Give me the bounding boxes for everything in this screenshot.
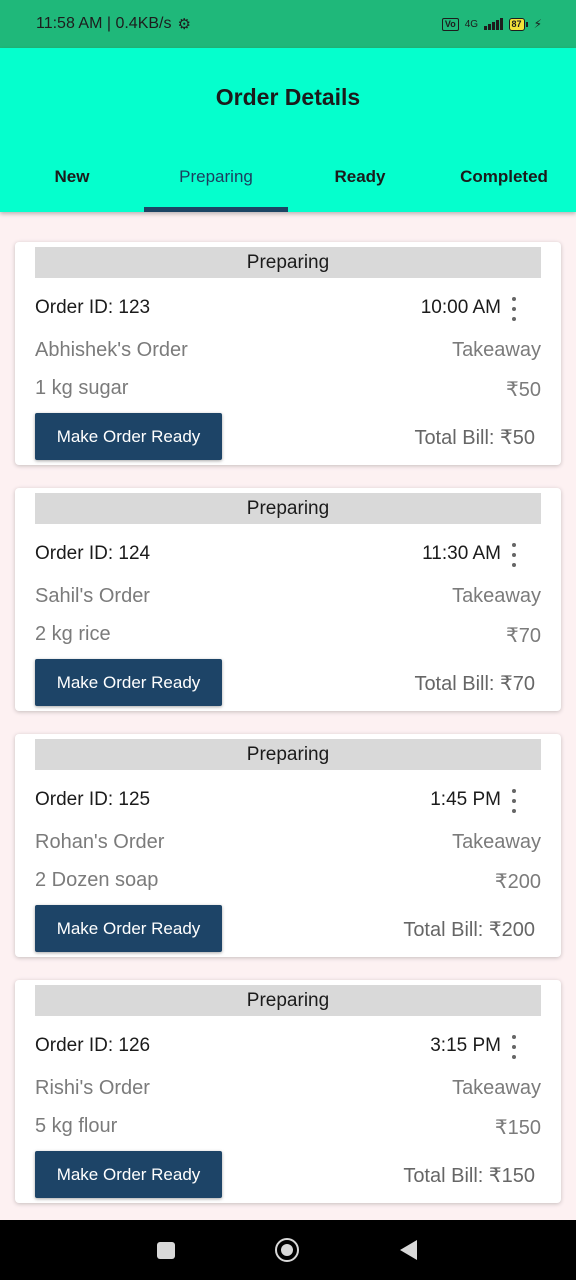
- item-name: 2 kg rice: [35, 623, 111, 645]
- order-list: Preparing Order ID: 123 10:00 AM Abhishe…: [15, 242, 561, 1226]
- order-time: 3:15 PM: [430, 1035, 501, 1056]
- more-vert-icon[interactable]: [507, 543, 521, 567]
- customer-name: Abhishek's Order: [35, 339, 188, 361]
- status-left: 11:58 AM | 0.4KB/s ⚙: [36, 15, 191, 33]
- item-price: ₹150: [494, 1117, 541, 1139]
- order-card: Preparing Order ID: 126 3:15 PM Rishi's …: [15, 980, 561, 1203]
- circle-icon[interactable]: [275, 1238, 299, 1262]
- order-id: Order ID: 126: [35, 1035, 151, 1056]
- status-right: Vo 4G 87 ⚡: [441, 17, 542, 31]
- order-status-banner: Preparing: [35, 247, 541, 278]
- total-bill: Total Bill: ₹70: [414, 673, 535, 695]
- make-order-ready-button[interactable]: Make Order Ready: [35, 905, 222, 952]
- order-status-banner: Preparing: [35, 985, 541, 1016]
- triangle-back-icon[interactable]: [400, 1240, 417, 1260]
- order-id: Order ID: 123: [35, 297, 151, 318]
- signal-icon: [484, 18, 503, 30]
- tab-ready[interactable]: Ready: [288, 146, 432, 212]
- make-order-ready-button[interactable]: Make Order Ready: [35, 413, 222, 460]
- status-bar: 11:58 AM | 0.4KB/s ⚙ Vo 4G 87 ⚡: [0, 0, 576, 48]
- tab-completed[interactable]: Completed: [432, 146, 576, 212]
- item-name: 1 kg sugar: [35, 377, 129, 399]
- more-vert-icon[interactable]: [507, 789, 521, 813]
- make-order-ready-button[interactable]: Make Order Ready: [35, 659, 222, 706]
- network-label: 4G: [464, 18, 479, 30]
- order-time: 10:00 AM: [420, 297, 501, 318]
- customer-name: Rishi's Order: [35, 1077, 150, 1099]
- tab-new[interactable]: New: [0, 146, 144, 212]
- order-type: Takeaway: [452, 1077, 541, 1099]
- total-bill: Total Bill: ₹50: [414, 427, 535, 449]
- page-title: Order Details: [215, 84, 361, 110]
- order-id: Order ID: 125: [35, 789, 151, 810]
- total-bill: Total Bill: ₹200: [403, 919, 535, 941]
- order-time: 11:30 AM: [422, 543, 501, 564]
- make-order-ready-button[interactable]: Make Order Ready: [35, 1151, 222, 1198]
- order-type: Takeaway: [452, 585, 541, 607]
- order-time: 1:45 PM: [430, 789, 501, 810]
- order-id: Order ID: 124: [35, 543, 151, 564]
- tab-bar: New Preparing Ready Completed: [0, 146, 576, 212]
- app-bar: Order Details New Preparing Ready Comple…: [0, 48, 576, 212]
- system-nav-bar: [0, 1220, 576, 1280]
- order-type: Takeaway: [452, 339, 541, 361]
- order-card: Preparing Order ID: 123 10:00 AM Abhishe…: [15, 242, 561, 465]
- more-vert-icon[interactable]: [507, 1035, 521, 1059]
- item-name: 2 Dozen soap: [35, 869, 159, 891]
- order-status-banner: Preparing: [35, 739, 541, 770]
- customer-name: Sahil's Order: [35, 585, 150, 607]
- item-price: ₹200: [494, 871, 541, 893]
- more-vert-icon[interactable]: [507, 297, 521, 321]
- item-price: ₹50: [506, 379, 541, 401]
- order-card: Preparing Order ID: 125 1:45 PM Rohan's …: [15, 734, 561, 957]
- order-type: Takeaway: [452, 831, 541, 853]
- status-time: 11:58 AM | 0.4KB/s: [36, 15, 172, 32]
- gear-icon: ⚙: [177, 16, 191, 33]
- item-price: ₹70: [506, 625, 541, 647]
- square-icon[interactable]: [157, 1242, 175, 1259]
- volte-icon: Vo: [441, 17, 459, 31]
- battery-level: 87: [508, 17, 525, 31]
- order-card: Preparing Order ID: 124 11:30 AM Sahil's…: [15, 488, 561, 711]
- customer-name: Rohan's Order: [35, 831, 165, 853]
- item-name: 5 kg flour: [35, 1115, 118, 1137]
- total-bill: Total Bill: ₹150: [403, 1165, 535, 1187]
- order-status-banner: Preparing: [35, 493, 541, 524]
- charging-icon: ⚡: [533, 17, 542, 31]
- tab-preparing[interactable]: Preparing: [144, 146, 288, 212]
- battery-icon: 87: [508, 17, 528, 31]
